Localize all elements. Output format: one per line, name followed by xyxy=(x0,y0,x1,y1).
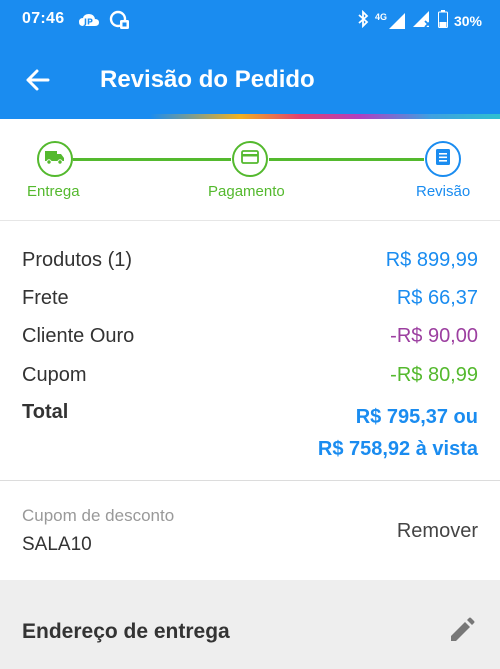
cloud-icon: JP xyxy=(78,12,100,33)
step-label-review: Revisão xyxy=(416,183,471,200)
back-button[interactable] xyxy=(22,64,54,96)
discount-coupon-code: SALA10 xyxy=(22,534,92,555)
battery-level: 30% xyxy=(453,12,482,29)
arrow-left-icon xyxy=(22,69,54,100)
summary-row-products: Produtos (1) R$ 899,99 xyxy=(22,249,478,279)
pencil-icon xyxy=(446,617,476,650)
step-payment[interactable] xyxy=(232,141,268,177)
step-label-payment: Pagamento xyxy=(208,183,285,200)
coupon-label: Cupom xyxy=(22,364,87,386)
shipping-label: Frete xyxy=(22,287,69,309)
network-type: 4G xyxy=(374,11,387,22)
total-cash-value: R$ 758,92 à vista xyxy=(317,438,478,460)
data-saver-icon xyxy=(108,9,130,36)
summary-row-gold-client: Cliente Ouro -R$ 90,00 xyxy=(22,325,478,355)
signal-no-service-icon xyxy=(412,10,432,31)
total-values: R$ 795,37 ou R$ 758,92 à vista xyxy=(318,401,478,465)
credit-card-icon xyxy=(241,149,259,169)
coupon-value: -R$ 80,99 xyxy=(390,364,478,386)
total-value: R$ 795,37 ou xyxy=(355,406,478,428)
shipping-value: R$ 66,37 xyxy=(396,287,478,309)
status-time: 07:46 xyxy=(22,10,65,27)
summary-row-total: Total R$ 795,37 ou R$ 758,92 à vista xyxy=(22,401,478,471)
summary-row-coupon: Cupom -R$ 80,99 xyxy=(22,364,478,394)
signal-icon: 4G xyxy=(375,12,406,30)
document-icon xyxy=(435,148,451,171)
step-delivery[interactable] xyxy=(37,141,73,177)
checkout-stepper: Entrega Pagamento Revisão xyxy=(0,119,500,221)
delivery-address-section: Endereço de entrega xyxy=(0,580,500,669)
step-label-delivery: Entrega xyxy=(27,183,80,200)
products-label: Produtos (1) xyxy=(22,249,133,271)
svg-text:JP: JP xyxy=(83,18,93,27)
status-left-icons: JP xyxy=(78,9,130,36)
gold-client-label: Cliente Ouro xyxy=(22,325,135,347)
app-bar: Revisão do Pedido xyxy=(0,42,500,114)
page-title: Revisão do Pedido xyxy=(100,66,315,93)
step-review[interactable] xyxy=(425,141,461,177)
summary-row-shipping: Frete R$ 66,37 xyxy=(22,287,478,317)
edit-address-button[interactable] xyxy=(446,616,476,646)
status-bar: 07:46 JP 4G 30% xyxy=(0,0,500,42)
status-right-icons: 4G 30% xyxy=(357,9,482,31)
total-label: Total xyxy=(22,401,69,423)
products-value: R$ 899,99 xyxy=(385,249,478,271)
truck-icon xyxy=(45,149,65,170)
delivery-address-title: Endereço de entrega xyxy=(22,620,230,643)
order-summary: Produtos (1) R$ 899,99 Frete R$ 66,37 Cl… xyxy=(0,221,500,481)
gold-client-value: -R$ 90,00 xyxy=(390,325,478,347)
bluetooth-icon xyxy=(357,9,369,31)
step-connector-2 xyxy=(269,158,424,161)
remove-coupon-button[interactable]: Remover xyxy=(397,520,478,543)
battery-icon xyxy=(437,10,448,31)
step-connector-1 xyxy=(73,158,231,161)
discount-coupon-section: Cupom de desconto SALA10 Remover xyxy=(0,482,500,580)
discount-coupon-label: Cupom de desconto xyxy=(22,506,175,525)
